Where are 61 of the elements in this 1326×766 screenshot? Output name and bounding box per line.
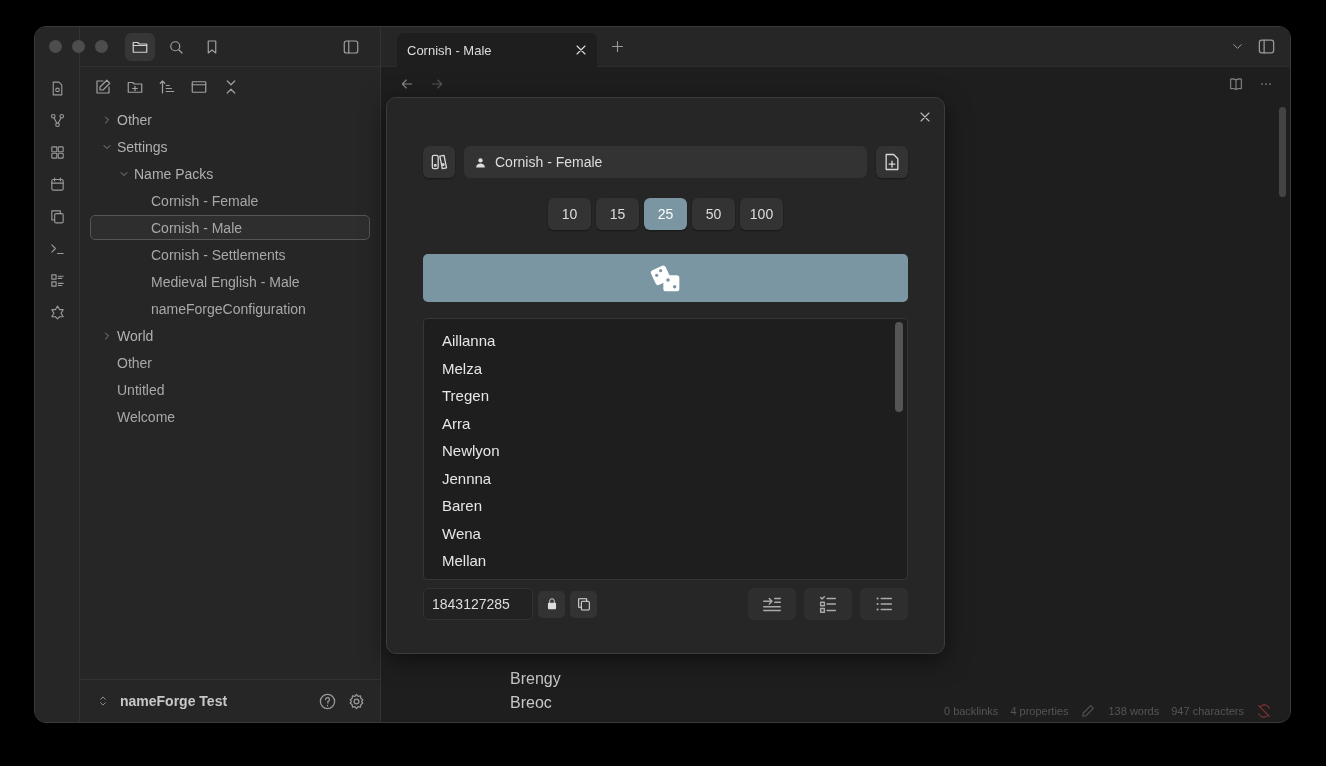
- sidebar-toggle-icon[interactable]: [342, 37, 360, 56]
- pack-dropdown[interactable]: Cornish - Female: [464, 146, 867, 178]
- name-item[interactable]: Baren: [442, 494, 895, 522]
- new-note-icon[interactable]: [94, 78, 112, 96]
- file-item[interactable]: Cornish - Female: [90, 188, 370, 213]
- name-item[interactable]: Wena: [442, 521, 895, 549]
- scrollbar[interactable]: [1279, 107, 1286, 197]
- name-item[interactable]: Newlyon: [442, 439, 895, 467]
- new-tab-icon[interactable]: [609, 38, 626, 55]
- new-pack-button[interactable]: [876, 146, 908, 178]
- checklist-icon: [817, 593, 839, 615]
- checklist-icon[interactable]: [48, 272, 66, 289]
- back-icon[interactable]: [399, 76, 415, 92]
- file-item[interactable]: Cornish - Male: [90, 215, 370, 240]
- help-icon[interactable]: [318, 691, 337, 711]
- tab[interactable]: Cornish - Male: [397, 33, 597, 67]
- name-item[interactable]: Arra: [442, 411, 895, 439]
- copy-button[interactable]: [570, 590, 597, 618]
- folder-item[interactable]: Settings: [90, 134, 370, 159]
- name-item[interactable]: Jennna: [442, 466, 895, 494]
- library-button[interactable]: [423, 146, 455, 178]
- sort-icon[interactable]: [158, 78, 176, 96]
- folder-item[interactable]: Other: [90, 107, 370, 132]
- folder-item[interactable]: World: [90, 323, 370, 348]
- copy-icon: [575, 596, 592, 612]
- sidebar-toggle-icon[interactable]: [1257, 37, 1276, 56]
- dice-icon: [649, 262, 682, 294]
- bullet-list-button[interactable]: [860, 588, 908, 620]
- settings-icon[interactable]: [347, 691, 366, 711]
- name-item[interactable]: Tregen: [442, 384, 895, 412]
- name-item[interactable]: Mellan: [442, 549, 895, 577]
- file-item[interactable]: Cornish - Settlements: [90, 242, 370, 267]
- count-button[interactable]: 50: [692, 198, 735, 230]
- person-icon: [474, 155, 487, 169]
- files-tab[interactable]: [125, 32, 155, 61]
- vault-name[interactable]: nameForge Test: [120, 693, 228, 709]
- file-item[interactable]: Welcome: [90, 404, 370, 429]
- copy-icon[interactable]: [48, 208, 66, 225]
- file-item[interactable]: Untitled: [90, 377, 370, 402]
- count-button[interactable]: 15: [596, 198, 639, 230]
- lock-button[interactable]: [538, 590, 565, 618]
- graph-icon[interactable]: [48, 112, 66, 129]
- name-item[interactable]: Aillanna: [442, 329, 895, 357]
- books-icon: [429, 152, 449, 172]
- document-line: Brengy: [510, 670, 561, 689]
- insert-button[interactable]: [748, 588, 796, 620]
- file-item[interactable]: Medieval English - Male: [90, 269, 370, 294]
- name-item[interactable]: Melza: [442, 356, 895, 384]
- folder-item[interactable]: Name Packs: [90, 161, 370, 186]
- count-button[interactable]: 10: [548, 198, 591, 230]
- checklist-button[interactable]: [804, 588, 852, 620]
- count-button[interactable]: 100: [740, 198, 783, 230]
- calendar-icon[interactable]: [48, 176, 66, 193]
- file-item[interactable]: nameForgeConfiguration: [90, 296, 370, 321]
- reading-view-icon[interactable]: [1228, 76, 1244, 92]
- seed-field[interactable]: 1843127285: [423, 588, 533, 620]
- document-line: Breoc: [510, 694, 552, 713]
- file-item[interactable]: Other: [90, 350, 370, 375]
- scrollbar[interactable]: [895, 322, 903, 412]
- window-icon[interactable]: [190, 78, 208, 96]
- grid-icon[interactable]: [48, 144, 66, 161]
